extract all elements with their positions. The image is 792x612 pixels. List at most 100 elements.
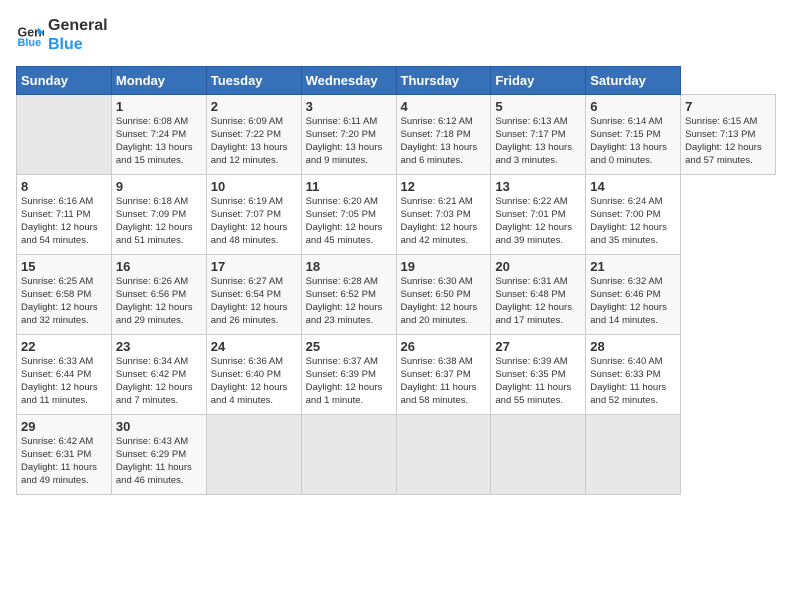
calendar-cell: 5 Sunrise: 6:13 AM Sunset: 7:17 PM Dayli… — [491, 95, 586, 175]
cell-sunset: Sunset: 7:22 PM — [211, 129, 281, 140]
day-number: 16 — [116, 259, 202, 274]
page-header: General Blue General Blue — [16, 16, 776, 54]
calendar-body: 1 Sunrise: 6:08 AM Sunset: 7:24 PM Dayli… — [17, 95, 776, 495]
cell-sunset: Sunset: 6:54 PM — [211, 289, 281, 300]
calendar-cell — [17, 95, 112, 175]
cell-sunset: Sunset: 6:50 PM — [401, 289, 471, 300]
calendar-cell: 21 Sunrise: 6:32 AM Sunset: 6:46 PM Dayl… — [586, 255, 681, 335]
day-number: 2 — [211, 99, 297, 114]
day-number: 8 — [21, 179, 107, 194]
cell-sunrise: Sunrise: 6:25 AM — [21, 276, 93, 287]
weekday-header-tuesday: Tuesday — [206, 67, 301, 95]
calendar-cell: 22 Sunrise: 6:33 AM Sunset: 6:44 PM Dayl… — [17, 335, 112, 415]
cell-sunset: Sunset: 7:11 PM — [21, 209, 91, 220]
calendar-cell: 29 Sunrise: 6:42 AM Sunset: 6:31 PM Dayl… — [17, 415, 112, 495]
cell-sunrise: Sunrise: 6:18 AM — [116, 196, 188, 207]
cell-daylight: Daylight: 12 hours and 48 minutes. — [211, 222, 288, 246]
calendar-cell: 24 Sunrise: 6:36 AM Sunset: 6:40 PM Dayl… — [206, 335, 301, 415]
cell-daylight: Daylight: 11 hours and 46 minutes. — [116, 462, 192, 486]
cell-sunset: Sunset: 7:01 PM — [495, 209, 565, 220]
calendar-cell — [301, 415, 396, 495]
cell-sunrise: Sunrise: 6:13 AM — [495, 116, 567, 127]
calendar-cell: 3 Sunrise: 6:11 AM Sunset: 7:20 PM Dayli… — [301, 95, 396, 175]
cell-sunrise: Sunrise: 6:40 AM — [590, 356, 662, 367]
calendar-cell — [206, 415, 301, 495]
calendar-cell: 14 Sunrise: 6:24 AM Sunset: 7:00 PM Dayl… — [586, 175, 681, 255]
day-number: 30 — [116, 419, 202, 434]
calendar-week-4: 22 Sunrise: 6:33 AM Sunset: 6:44 PM Dayl… — [17, 335, 776, 415]
weekday-header-row: SundayMondayTuesdayWednesdayThursdayFrid… — [17, 67, 776, 95]
cell-daylight: Daylight: 12 hours and 17 minutes. — [495, 302, 572, 326]
cell-sunrise: Sunrise: 6:11 AM — [306, 116, 378, 127]
cell-sunrise: Sunrise: 6:21 AM — [401, 196, 473, 207]
cell-sunset: Sunset: 6:42 PM — [116, 369, 186, 380]
cell-sunrise: Sunrise: 6:08 AM — [116, 116, 188, 127]
cell-sunrise: Sunrise: 6:19 AM — [211, 196, 283, 207]
cell-sunset: Sunset: 6:56 PM — [116, 289, 186, 300]
calendar-cell: 4 Sunrise: 6:12 AM Sunset: 7:18 PM Dayli… — [396, 95, 491, 175]
day-number: 11 — [306, 179, 392, 194]
cell-sunset: Sunset: 6:31 PM — [21, 449, 91, 460]
cell-daylight: Daylight: 12 hours and 57 minutes. — [685, 142, 762, 166]
day-number: 12 — [401, 179, 487, 194]
cell-daylight: Daylight: 12 hours and 51 minutes. — [116, 222, 193, 246]
day-number: 7 — [685, 99, 771, 114]
cell-sunrise: Sunrise: 6:43 AM — [116, 436, 188, 447]
day-number: 3 — [306, 99, 392, 114]
cell-sunrise: Sunrise: 6:15 AM — [685, 116, 757, 127]
cell-daylight: Daylight: 13 hours and 0 minutes. — [590, 142, 667, 166]
cell-sunrise: Sunrise: 6:34 AM — [116, 356, 188, 367]
weekday-header-friday: Friday — [491, 67, 586, 95]
cell-daylight: Daylight: 11 hours and 55 minutes. — [495, 382, 571, 406]
day-number: 10 — [211, 179, 297, 194]
calendar-cell: 11 Sunrise: 6:20 AM Sunset: 7:05 PM Dayl… — [301, 175, 396, 255]
cell-daylight: Daylight: 12 hours and 32 minutes. — [21, 302, 98, 326]
cell-sunset: Sunset: 6:46 PM — [590, 289, 660, 300]
day-number: 22 — [21, 339, 107, 354]
calendar-cell: 12 Sunrise: 6:21 AM Sunset: 7:03 PM Dayl… — [396, 175, 491, 255]
cell-sunset: Sunset: 6:58 PM — [21, 289, 91, 300]
logo-icon: General Blue — [16, 21, 44, 49]
cell-sunset: Sunset: 6:52 PM — [306, 289, 376, 300]
weekday-header-wednesday: Wednesday — [301, 67, 396, 95]
day-number: 6 — [590, 99, 676, 114]
calendar-cell: 23 Sunrise: 6:34 AM Sunset: 6:42 PM Dayl… — [111, 335, 206, 415]
cell-daylight: Daylight: 11 hours and 58 minutes. — [401, 382, 477, 406]
calendar-cell: 1 Sunrise: 6:08 AM Sunset: 7:24 PM Dayli… — [111, 95, 206, 175]
cell-daylight: Daylight: 12 hours and 23 minutes. — [306, 302, 383, 326]
cell-sunrise: Sunrise: 6:32 AM — [590, 276, 662, 287]
cell-daylight: Daylight: 12 hours and 20 minutes. — [401, 302, 478, 326]
cell-daylight: Daylight: 12 hours and 14 minutes. — [590, 302, 667, 326]
cell-sunrise: Sunrise: 6:39 AM — [495, 356, 567, 367]
calendar-week-5: 29 Sunrise: 6:42 AM Sunset: 6:31 PM Dayl… — [17, 415, 776, 495]
cell-sunrise: Sunrise: 6:28 AM — [306, 276, 378, 287]
cell-sunrise: Sunrise: 6:14 AM — [590, 116, 662, 127]
cell-sunrise: Sunrise: 6:16 AM — [21, 196, 93, 207]
cell-daylight: Daylight: 13 hours and 12 minutes. — [211, 142, 288, 166]
cell-daylight: Daylight: 12 hours and 35 minutes. — [590, 222, 667, 246]
weekday-header-thursday: Thursday — [396, 67, 491, 95]
calendar-cell: 8 Sunrise: 6:16 AM Sunset: 7:11 PM Dayli… — [17, 175, 112, 255]
cell-daylight: Daylight: 12 hours and 39 minutes. — [495, 222, 572, 246]
cell-daylight: Daylight: 12 hours and 42 minutes. — [401, 222, 478, 246]
day-number: 27 — [495, 339, 581, 354]
calendar-cell: 18 Sunrise: 6:28 AM Sunset: 6:52 PM Dayl… — [301, 255, 396, 335]
cell-sunset: Sunset: 7:03 PM — [401, 209, 471, 220]
cell-daylight: Daylight: 11 hours and 52 minutes. — [590, 382, 666, 406]
cell-sunrise: Sunrise: 6:36 AM — [211, 356, 283, 367]
svg-text:Blue: Blue — [18, 37, 42, 49]
logo: General Blue General Blue — [16, 16, 108, 54]
day-number: 25 — [306, 339, 392, 354]
calendar-cell: 9 Sunrise: 6:18 AM Sunset: 7:09 PM Dayli… — [111, 175, 206, 255]
day-number: 28 — [590, 339, 676, 354]
calendar-cell: 16 Sunrise: 6:26 AM Sunset: 6:56 PM Dayl… — [111, 255, 206, 335]
weekday-header-saturday: Saturday — [586, 67, 681, 95]
cell-sunrise: Sunrise: 6:24 AM — [590, 196, 662, 207]
calendar-cell: 30 Sunrise: 6:43 AM Sunset: 6:29 PM Dayl… — [111, 415, 206, 495]
calendar-cell — [396, 415, 491, 495]
calendar-table: SundayMondayTuesdayWednesdayThursdayFrid… — [16, 66, 776, 495]
cell-daylight: Daylight: 12 hours and 11 minutes. — [21, 382, 98, 406]
calendar-cell — [586, 415, 681, 495]
calendar-cell: 25 Sunrise: 6:37 AM Sunset: 6:39 PM Dayl… — [301, 335, 396, 415]
calendar-cell: 17 Sunrise: 6:27 AM Sunset: 6:54 PM Dayl… — [206, 255, 301, 335]
